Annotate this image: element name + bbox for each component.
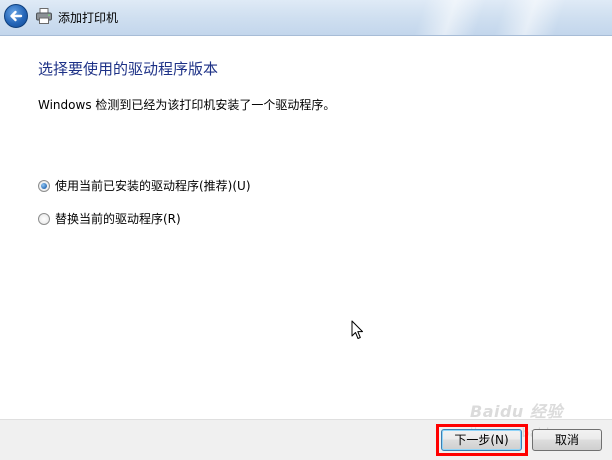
window-title: 添加打印机 [58, 11, 119, 25]
mouse-cursor-icon [351, 320, 363, 339]
highlight-box [436, 424, 528, 456]
description-text: Windows 检测到已经为该打印机安装了一个驱动程序。 [38, 98, 336, 112]
option-use-current-driver[interactable]: 使用当前已安装的驱动程序(推荐)(U) [38, 177, 251, 194]
option-label: 使用当前已安装的驱动程序(推荐)(U) [55, 179, 251, 193]
printer-icon [36, 8, 52, 24]
radio-button[interactable] [38, 212, 50, 225]
back-arrow-icon [10, 10, 23, 22]
cancel-button[interactable]: 取消 [532, 429, 602, 451]
watermark-brand: Baidu [470, 402, 524, 421]
back-button[interactable] [4, 4, 28, 28]
glass-sheen [494, 0, 566, 35]
watermark-text: 经验 [529, 402, 563, 421]
radio-button-selected[interactable] [38, 179, 50, 192]
option-replace-driver[interactable]: 替换当前的驱动程序(R) [38, 210, 181, 227]
option-label: 替换当前的驱动程序(R) [55, 212, 181, 226]
glass-sheen [414, 0, 486, 35]
page-heading: 选择要使用的驱动程序版本 [38, 60, 219, 78]
